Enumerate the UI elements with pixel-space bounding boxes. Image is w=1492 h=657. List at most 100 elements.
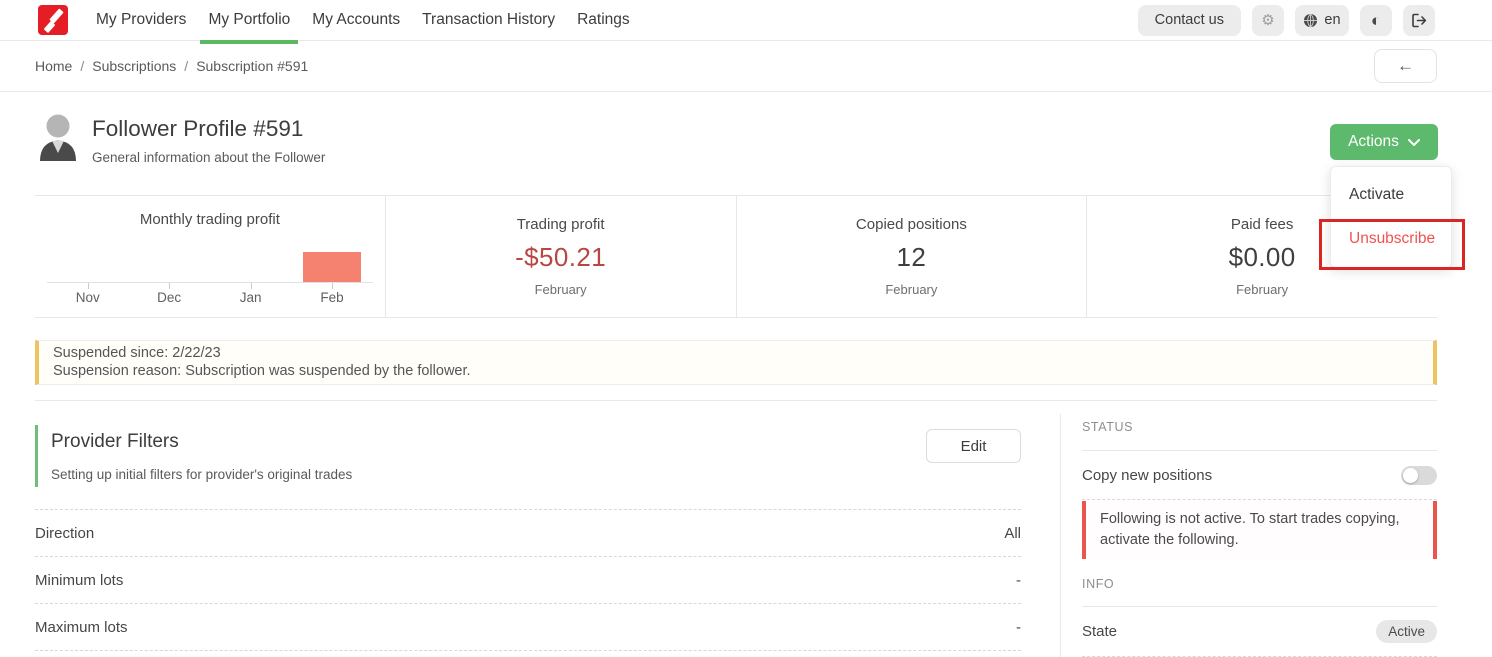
nav-item-my-portfolio[interactable]: My Portfolio — [200, 0, 298, 41]
back-button[interactable]: ← — [1374, 49, 1437, 83]
navbar-actions: Contact us ⚙︎ en ◐ — [1138, 5, 1435, 36]
provider-filters-subtitle: Setting up initial filters for provider'… — [51, 467, 1021, 482]
row-value: All — [1004, 525, 1021, 542]
chart-x-axis: NovDecJanFeb — [47, 282, 373, 317]
following-inactive-note: Following is not active. To start trades… — [1082, 501, 1437, 559]
suspension-since-text: Suspended since: 2/22/23 — [53, 345, 1419, 363]
copy-new-positions-row: Copy new positions — [1082, 451, 1437, 500]
breadcrumb-separator: / — [80, 58, 84, 74]
chart-bar-slot — [291, 252, 372, 282]
copy-new-positions-label: Copy new positions — [1082, 467, 1212, 484]
nav-item-my-accounts[interactable]: My Accounts — [304, 0, 408, 41]
page-title: Follower Profile #591 — [92, 116, 303, 142]
top-navbar: My Providers My Portfolio My Accounts Tr… — [0, 0, 1492, 41]
chart-bar — [303, 252, 362, 282]
nav-item-my-providers[interactable]: My Providers — [88, 0, 194, 41]
menu-item-activate[interactable]: Activate — [1331, 173, 1451, 217]
chart-x-tick-label: Dec — [128, 290, 209, 305]
chart-x-tick-label: Feb — [291, 290, 372, 305]
stat-label: Trading profit — [517, 216, 605, 233]
profile-header: Follower Profile #591 General informatio… — [0, 92, 1492, 195]
nav-item-ratings[interactable]: Ratings — [569, 0, 638, 41]
column-divider — [1060, 414, 1061, 657]
logo-mark — [44, 21, 56, 33]
chart-axis-tick — [332, 283, 333, 289]
breadcrumb-home[interactable]: Home — [35, 58, 72, 74]
logout-icon — [1411, 13, 1428, 28]
chart-bar-slot — [128, 252, 209, 282]
settings-button[interactable]: ⚙︎ — [1252, 5, 1284, 36]
chart-axis-tick — [169, 283, 170, 289]
state-label: State — [1082, 623, 1117, 640]
table-row-maximum-lots: Maximum lots - — [35, 604, 1021, 651]
table-row-minimum-lots: Minimum lots - — [35, 557, 1021, 604]
stat-value: $0.00 — [1229, 242, 1296, 273]
actions-button-label: Actions — [1348, 133, 1399, 151]
breadcrumb-subscriptions[interactable]: Subscriptions — [92, 58, 176, 74]
monthly-trading-profit-chart: Monthly trading profit NovDecJanFeb — [35, 196, 386, 317]
stat-label: Paid fees — [1231, 216, 1294, 233]
provider-filters-table: Direction All Minimum lots - Maximum lot… — [35, 509, 1021, 651]
info-heading: INFO — [1082, 577, 1437, 591]
provider-filters-section: Provider Filters Setting up initial filt… — [35, 425, 1021, 651]
avatar — [37, 113, 79, 161]
chart-axis-tick — [251, 283, 252, 289]
suspension-alert: Suspended since: 2/22/23 Suspension reas… — [35, 340, 1437, 385]
status-badge: Active — [1376, 620, 1437, 643]
row-label: Minimum lots — [35, 572, 123, 589]
stats-row: Monthly trading profit NovDecJanFeb Trad… — [35, 195, 1437, 318]
chart-body: NovDecJanFeb — [35, 252, 385, 317]
chart-title: Monthly trading profit — [140, 211, 280, 228]
chevron-down-icon — [1408, 139, 1420, 146]
stat-period: February — [885, 282, 937, 297]
actions-button[interactable]: Actions — [1330, 124, 1438, 160]
globe-icon — [1303, 13, 1318, 28]
row-label: Direction — [35, 525, 94, 542]
stat-value: 12 — [897, 242, 927, 273]
stat-value: -$50.21 — [515, 242, 606, 273]
breadcrumb-current: Subscription #591 — [196, 58, 308, 74]
chart-bars — [47, 252, 373, 282]
copy-new-positions-toggle[interactable] — [1401, 466, 1437, 485]
stat-card-copied-positions: Copied positions 12 February — [737, 196, 1088, 317]
gear-icon: ⚙︎ — [1261, 13, 1274, 28]
toggle-knob — [1403, 468, 1418, 483]
edit-button[interactable]: Edit — [926, 429, 1021, 463]
breadcrumb: Home / Subscriptions / Subscription #591 — [35, 58, 308, 74]
section-divider — [35, 400, 1437, 401]
chart-axis-tick — [88, 283, 89, 289]
provider-filters-title: Provider Filters — [51, 425, 1021, 453]
language-code: en — [1324, 12, 1340, 28]
back-arrow-icon: ← — [1397, 56, 1414, 76]
suspension-reason-text: Suspension reason: Subscription was susp… — [53, 363, 1419, 381]
provider-filters-header: Provider Filters Setting up initial filt… — [35, 425, 1021, 487]
chart-x-tick-label: Jan — [210, 290, 291, 305]
chart-bar-slot — [47, 252, 128, 282]
breadcrumb-row: Home / Subscriptions / Subscription #591… — [0, 41, 1492, 92]
theme-toggle-button[interactable]: ◐ — [1360, 5, 1392, 36]
page-subtitle: General information about the Follower — [92, 150, 325, 165]
logout-button[interactable] — [1403, 5, 1435, 36]
actions-dropdown-menu: Activate Unsubscribe — [1330, 166, 1452, 268]
status-heading: STATUS — [1082, 408, 1437, 434]
chart-x-tick-label: Nov — [47, 290, 128, 305]
contact-us-button[interactable]: Contact us — [1138, 5, 1241, 36]
row-value: - — [1016, 572, 1021, 589]
contrast-icon: ◐ — [1371, 12, 1381, 29]
row-label: Maximum lots — [35, 619, 128, 636]
state-row: State Active — [1082, 607, 1437, 657]
chart-bar-slot — [210, 252, 291, 282]
nav-item-transaction-history[interactable]: Transaction History — [414, 0, 563, 41]
row-value: - — [1016, 619, 1021, 636]
menu-item-unsubscribe[interactable]: Unsubscribe — [1331, 217, 1451, 261]
status-sidebar: STATUS Copy new positions Following is n… — [1082, 408, 1437, 657]
stat-period: February — [535, 282, 587, 297]
stat-label: Copied positions — [856, 216, 967, 233]
stat-period: February — [1236, 282, 1288, 297]
brand-logo[interactable] — [38, 5, 68, 35]
table-row-direction: Direction All — [35, 510, 1021, 557]
language-button[interactable]: en — [1295, 5, 1349, 36]
stat-card-trading-profit: Trading profit -$50.21 February — [386, 196, 737, 317]
breadcrumb-separator: / — [184, 58, 188, 74]
main-nav: My Providers My Portfolio My Accounts Tr… — [88, 0, 644, 41]
